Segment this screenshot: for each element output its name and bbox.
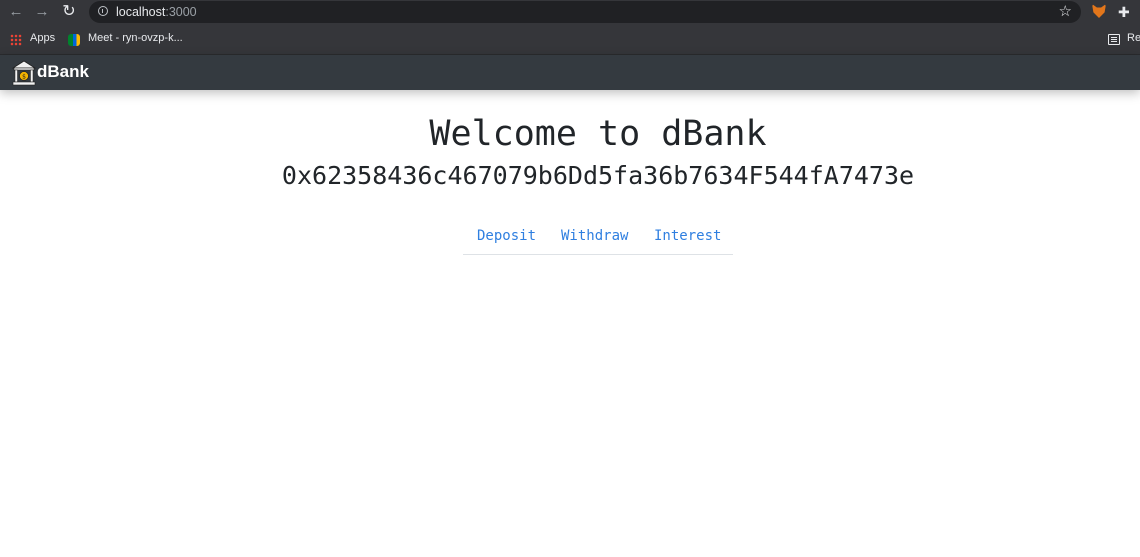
site-info-icon[interactable] — [98, 6, 108, 16]
app-navbar: $ dBank — [0, 55, 1140, 90]
tab-deposit[interactable]: Deposit — [477, 228, 536, 244]
bookmark-meet[interactable]: Meet - ryn-ovzp-k... — [88, 32, 183, 45]
bookmark-apps[interactable]: Apps — [30, 32, 55, 45]
tab-interest[interactable]: Interest — [654, 228, 721, 244]
url-host: localhost — [116, 5, 166, 19]
page-title: Welcome to dBank — [429, 114, 767, 154]
brand-name[interactable]: dBank — [37, 62, 89, 82]
back-arrow-icon[interactable]: ← — [7, 3, 25, 21]
svg-text:$: $ — [22, 73, 26, 80]
url-port: :3000 — [165, 5, 197, 19]
reload-icon[interactable]: ↻ — [60, 3, 78, 21]
extensions-puzzle-icon[interactable]: ✚ — [1118, 4, 1130, 20]
reading-list-icon[interactable] — [1108, 34, 1120, 45]
google-meet-icon[interactable] — [68, 34, 80, 46]
reading-list-label[interactable]: Re — [1127, 32, 1140, 45]
address-bar-url[interactable]: localhost:3000 — [116, 5, 197, 19]
account-address: 0x62358436c467079b6Dd5fa36b7634F544fA747… — [281, 161, 915, 190]
apps-grid-icon[interactable] — [10, 34, 22, 46]
tab-withdraw[interactable]: Withdraw — [561, 228, 628, 244]
browser-toolbar: ← → ↻ localhost:3000 ☆ ✚ — [0, 0, 1140, 24]
bookmark-star-icon[interactable]: ☆ — [1059, 3, 1072, 21]
bookmarks-bar: Apps Meet - ryn-ovzp-k... Re — [0, 24, 1140, 55]
metamask-extension-icon[interactable] — [1092, 4, 1106, 18]
action-tabs: Deposit Withdraw Interest — [463, 224, 733, 255]
forward-arrow-icon[interactable]: → — [33, 3, 51, 21]
bank-logo-icon[interactable]: $ — [12, 60, 36, 86]
address-bar[interactable]: localhost:3000 ☆ — [89, 1, 1081, 23]
